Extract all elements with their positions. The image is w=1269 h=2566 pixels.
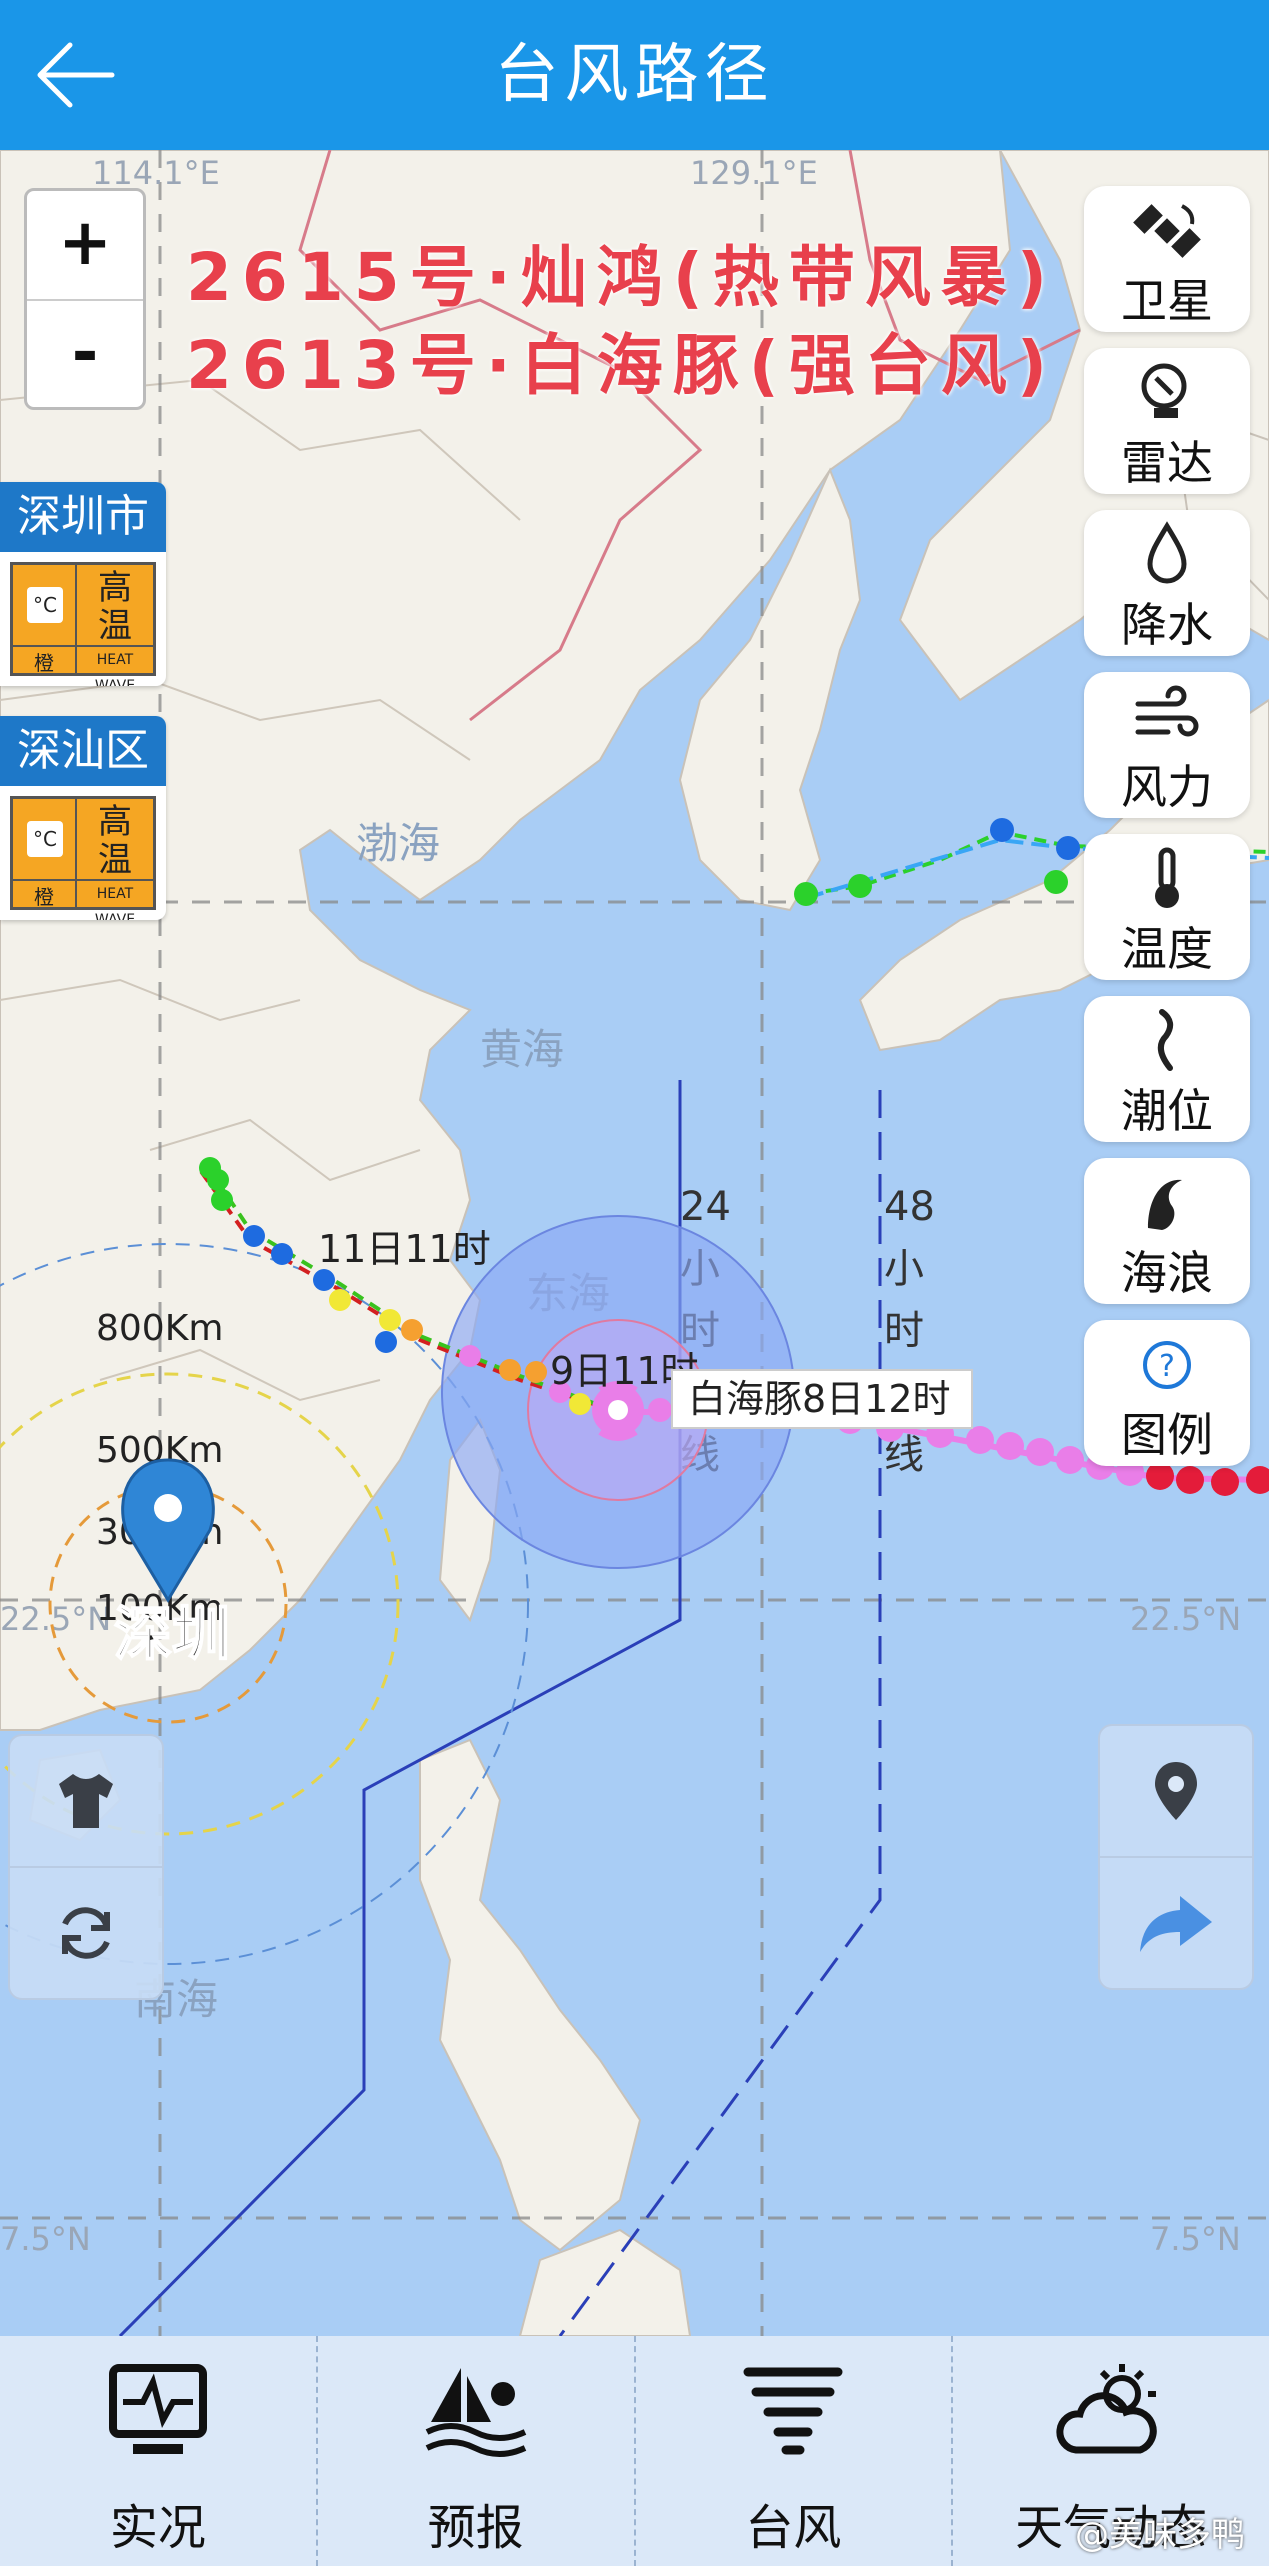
tshirt-icon [59,1774,113,1828]
monitor-icon [108,2364,207,2454]
lon-label-1: 114.1°E [92,154,220,192]
radar-icon [1141,363,1187,418]
layer-legend-button[interactable]: ? 图例 [1084,1320,1250,1466]
alert-unit: °C [27,821,63,857]
layer-label: 海浪 [1121,1246,1213,1300]
raindrop-icon [1147,521,1187,584]
clothing-button[interactable] [10,1736,162,1866]
alert-unit: °C [27,587,63,623]
alert-tag: HEAT WAVE [77,879,153,920]
cloud-sun-icon [1056,2364,1157,2454]
nav-forecast[interactable]: 预报 [318,2336,636,2566]
thermometer-icon [1155,847,1179,908]
left-tool-panel [8,1734,164,2000]
layer-label: 风力 [1121,760,1213,814]
satellite-icon [1133,204,1201,258]
alert-level: 橙 [13,645,75,675]
zoom-control: + - [24,188,146,410]
layer-temperature-button[interactable]: 温度 [1084,834,1250,980]
layer-label: 温度 [1121,922,1213,976]
refresh-button[interactable] [10,1866,162,1998]
zoom-in-button[interactable]: + [27,191,143,301]
locate-button[interactable] [1100,1726,1252,1856]
help-icon: ? [1143,1341,1191,1389]
current-position-label: 白海豚8日12时 [688,1377,951,1421]
svg-text:?: ? [1159,1349,1175,1384]
sailboat-icon [425,2368,526,2457]
typhoon-icon [743,2367,843,2455]
alert-card-shenshan[interactable]: 深汕区 °C 橙 高温 HEAT WAVE [0,716,166,920]
layer-wave-button[interactable]: 海浪 [1084,1158,1250,1304]
typhoon-title-1[interactable]: 2615号·灿鸿(热带风暴) [186,224,1057,320]
layer-panel: 卫星 雷达 降水 风力 温度 潮位 海浪 ? 图例 [1084,186,1252,1482]
layer-tide-button[interactable]: 潮位 [1084,996,1250,1142]
wave-icon [1148,1179,1182,1230]
sea-label-huanghai: 黄海 [480,1025,564,1074]
heat-warning-icon: °C 橙 高温 HEAT WAVE [10,562,156,686]
layer-wind-button[interactable]: 风力 [1084,672,1250,818]
alert-signal: 高温 [98,802,132,880]
zoom-out-button[interactable]: - [27,301,143,409]
share-button[interactable] [1100,1856,1252,1988]
alert-signal: 高温 [98,568,132,646]
lon-label-2: 129.1°E [690,154,818,192]
layer-rain-button[interactable]: 降水 [1084,510,1250,656]
wind-icon [1135,685,1199,737]
share-icon [1140,1896,1212,1952]
alert-tag: HEAT WAVE [77,645,153,686]
nav-live[interactable]: 实况 [0,2336,318,2566]
typhoon-map[interactable]: 114.1°E 129.1°E 22.5°N 22.5°N 7.5°N 7.5°… [0,150,1269,2336]
watermark: @美味多鸭 [1075,2515,1245,2555]
sea-label-bohai: 渤海 [356,819,440,868]
lat-label-right-2: 7.5°N [1150,2220,1241,2258]
page-title: 台风路径 [494,38,775,112]
alert-region: 深圳市 [0,482,166,552]
alert-region: 深汕区 [0,716,166,786]
layer-radar-button[interactable]: 雷达 [1084,348,1250,494]
lat-label-right: 22.5°N [1130,1600,1241,1638]
layer-satellite-button[interactable]: 卫星 [1084,186,1250,332]
heat-warning-icon: °C 橙 高温 HEAT WAVE [10,796,156,920]
city-label: 深圳 [114,1600,230,1668]
nav-label: 台风 [745,2500,842,2556]
lat-label-left-2: 7.5°N [0,2220,91,2258]
alert-card-shenzhen[interactable]: 深圳市 °C 橙 高温 HEAT WAVE [0,482,166,686]
alert-level: 橙 [13,879,75,909]
nav-typhoon[interactable]: 台风 [636,2336,954,2566]
location-icon [1155,1762,1197,1820]
layer-label: 降水 [1121,598,1213,652]
typhoon-title-2[interactable]: 2613号·白海豚(强台风) [186,312,1057,408]
layer-label: 图例 [1121,1408,1213,1462]
layer-label: 雷达 [1121,436,1213,490]
track-label-11: 11日11时 [318,1227,491,1271]
right-tool-panel [1098,1724,1254,1990]
refresh-icon [62,1907,110,1959]
app-header: 台风路径 [0,0,1269,150]
nav-label: 预报 [427,2500,524,2556]
tide-icon [1157,1009,1174,1071]
lat-label-left: 22.5°N [0,1600,111,1638]
layer-label: 卫星 [1121,274,1213,328]
range-800: 800Km [96,1308,223,1349]
layer-label: 潮位 [1121,1084,1213,1138]
nav-label: 实况 [109,2500,206,2556]
